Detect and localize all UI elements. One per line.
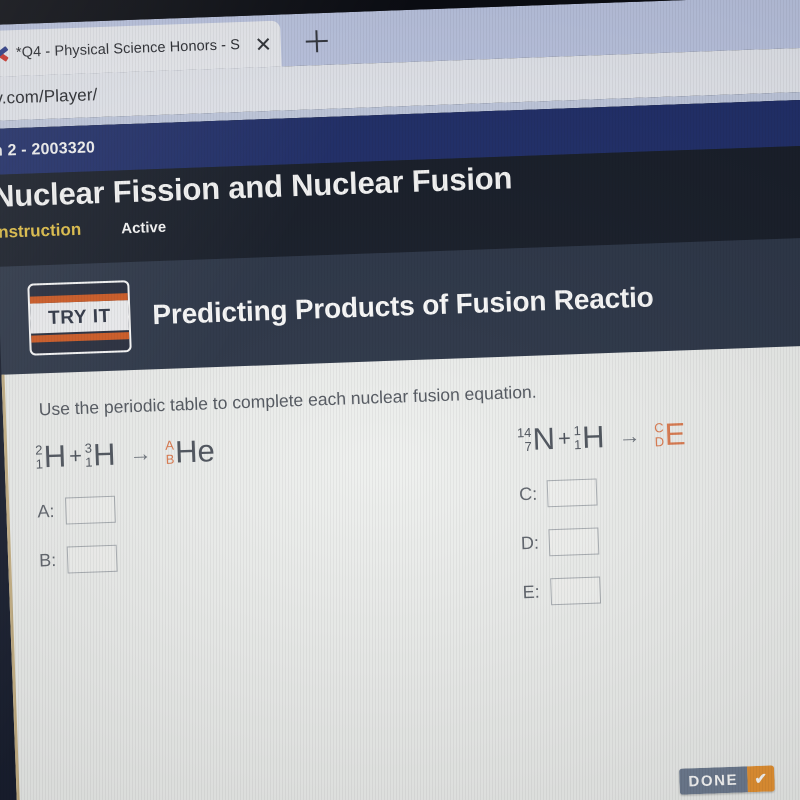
- app-viewport: Sem 2 - 2003320 Nuclear Fission and Nucl…: [0, 97, 800, 800]
- equation-column-right: 14 7 N + 1 1 H → C D E C: D: E:: [516, 412, 692, 627]
- answer-label-e: E:: [522, 581, 540, 602]
- equation-column-left: 2 1 H + 3 1 H → A B He A: B:: [35, 429, 220, 595]
- breadcrumb[interactable]: Sem 2 - 2003320: [0, 139, 95, 162]
- atomic-number: 1: [35, 456, 44, 472]
- answer-input-b[interactable]: [66, 544, 118, 573]
- answer-row-c: C:: [519, 474, 688, 508]
- element-symbol: N: [531, 420, 556, 457]
- plus-operator: +: [557, 425, 572, 451]
- new-tab-button[interactable]: [302, 27, 331, 56]
- product-2: C D E: [654, 416, 686, 453]
- badge-bar-bottom: [31, 332, 130, 343]
- equation-2: 14 7 N + 1 1 H → C D E: [516, 412, 686, 462]
- browser-window: *Q4 - Physical Science Honors - S nuity.…: [0, 0, 800, 800]
- activity-title: Predicting Products of Fusion Reactio: [151, 281, 655, 331]
- answer-input-a[interactable]: [64, 495, 116, 525]
- answer-label-c: C:: [518, 483, 538, 504]
- answer-input-e[interactable]: [550, 575, 602, 605]
- try-it-badge: TRY IT: [27, 280, 132, 356]
- element-symbol: He: [174, 433, 216, 470]
- done-button[interactable]: DONE ✔: [679, 765, 775, 795]
- answer-list-right: C: D: E:: [519, 474, 692, 606]
- tab-title: *Q4 - Physical Science Honors - S: [15, 37, 241, 62]
- close-icon[interactable]: [252, 34, 273, 55]
- answer-input-c[interactable]: [546, 478, 598, 507]
- answer-label-d: D:: [520, 532, 540, 553]
- reactant-2: 3 1 H: [84, 437, 116, 474]
- status-badge: Active: [120, 218, 167, 238]
- reactant-1: 2 1 H: [35, 438, 67, 475]
- atomic-number-unknown: B: [165, 451, 175, 467]
- reactant-2: 1 1 H: [573, 419, 605, 456]
- element-symbol: H: [581, 419, 606, 455]
- done-label: DONE: [679, 766, 748, 795]
- atomic-number: 1: [84, 454, 93, 470]
- answer-label-b: B:: [38, 549, 57, 571]
- element-symbol: H: [43, 438, 67, 475]
- answer-row-b: B:: [39, 540, 219, 574]
- stage-label[interactable]: Instruction: [0, 220, 82, 243]
- try-it-label: TRY IT: [47, 305, 112, 330]
- atomic-number: 1: [573, 437, 582, 453]
- atomic-number-unknown: D: [654, 434, 665, 450]
- instructions-text: Use the periodic table to complete each …: [38, 381, 537, 420]
- plus-operator: +: [68, 442, 83, 469]
- answer-input-d[interactable]: [548, 526, 600, 556]
- arrow-icon: →: [617, 422, 641, 449]
- answer-list-left: A: B:: [37, 491, 219, 574]
- edgenuity-x-icon: [0, 42, 9, 65]
- answer-row-e: E:: [522, 572, 691, 606]
- answer-row-d: D:: [520, 523, 689, 557]
- product-1: A B He: [165, 433, 216, 471]
- lesson-meta: Instruction Active: [0, 217, 167, 243]
- answer-label-a: A:: [37, 500, 55, 522]
- element-symbol: H: [92, 436, 117, 473]
- photographed-screen: *Q4 - Physical Science Honors - S nuity.…: [0, 0, 800, 800]
- reactant-1: 14 7 N: [517, 421, 556, 458]
- answer-row-a: A:: [37, 491, 217, 525]
- element-symbol-unknown: E: [664, 416, 687, 453]
- atomic-number: 7: [524, 438, 533, 455]
- check-icon: ✔: [746, 765, 775, 793]
- arrow-icon: →: [129, 440, 152, 467]
- url-text: nuity.com/Player/: [0, 85, 98, 109]
- equation-1: 2 1 H + 3 1 H → A B He: [35, 429, 216, 479]
- activity-card: Use the periodic table to complete each …: [1, 343, 800, 800]
